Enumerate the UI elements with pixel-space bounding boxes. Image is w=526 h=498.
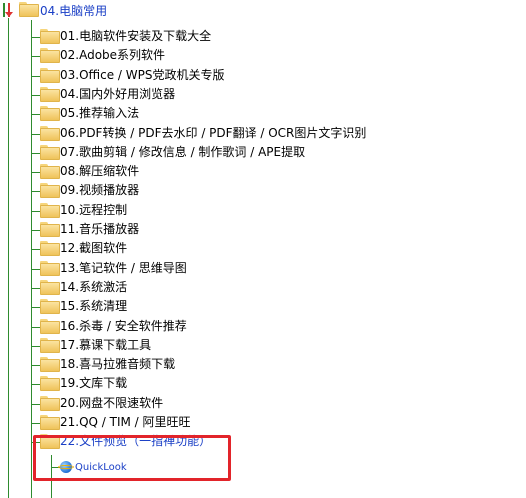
folder-icon bbox=[40, 261, 60, 276]
tree-item-label[interactable]: 15.系统清理 bbox=[60, 298, 127, 314]
folder-tree: 04.电脑常用 01.电脑软件安装及下载大全 02.Adobe系列软件 03.Off… bbox=[0, 0, 526, 498]
folder-icon bbox=[40, 126, 60, 141]
folder-icon bbox=[40, 280, 60, 295]
folder-icon bbox=[40, 222, 60, 237]
folder-icon bbox=[40, 106, 60, 121]
folder-icon bbox=[40, 396, 60, 411]
folder-icon bbox=[40, 241, 60, 256]
folder-icon bbox=[40, 48, 60, 63]
folder-icon bbox=[40, 164, 60, 179]
tree-item-label[interactable]: 11.音乐播放器 bbox=[60, 221, 139, 237]
tree-item-label[interactable]: 02.Adobe系列软件 bbox=[60, 47, 165, 63]
folder-icon bbox=[19, 2, 39, 17]
tree-item-label[interactable]: 07.歌曲剪辑 / 修改信息 / 制作歌词 / APE提取 bbox=[60, 144, 305, 160]
folder-icon bbox=[40, 415, 60, 430]
folder-icon bbox=[40, 145, 60, 160]
tree-item-label[interactable]: 09.视频播放器 bbox=[60, 182, 139, 198]
tree-item-label[interactable]: 17.慕课下载工具 bbox=[60, 337, 151, 353]
tree-item-label[interactable]: 14.系统激活 bbox=[60, 279, 127, 295]
tree-item-label[interactable]: 12.截图软件 bbox=[60, 240, 127, 256]
tree-item-label[interactable]: 06.PDF转换 / PDF去水印 / PDF翻译 / OCR图片文字识别 bbox=[60, 125, 366, 141]
tree-item-label[interactable]: 05.推荐输入法 bbox=[60, 105, 139, 121]
expand-toggle-icon[interactable] bbox=[3, 3, 15, 19]
folder-icon bbox=[40, 319, 60, 334]
tree-item-label[interactable]: 20.网盘不限速软件 bbox=[60, 395, 163, 411]
tree-item-label[interactable]: 01.电脑软件安装及下载大全 bbox=[60, 28, 211, 44]
folder-icon bbox=[40, 357, 60, 372]
folder-icon bbox=[40, 376, 60, 391]
tree-item-label[interactable]: 21.QQ / TIM / 阿里旺旺 bbox=[60, 414, 191, 430]
highlight-box bbox=[33, 435, 231, 481]
folder-icon bbox=[40, 68, 60, 83]
tree-item-label[interactable]: 08.解压缩软件 bbox=[60, 163, 139, 179]
folder-icon bbox=[40, 338, 60, 353]
folder-icon bbox=[40, 299, 60, 314]
folder-icon bbox=[40, 29, 60, 44]
tree-item-label[interactable]: 18.喜马拉雅音频下载 bbox=[60, 356, 175, 372]
tree-item-label[interactable]: 16.杀毒 / 安全软件推荐 bbox=[60, 318, 187, 334]
folder-icon bbox=[40, 87, 60, 102]
tree-item-label[interactable]: 10.远程控制 bbox=[60, 202, 127, 218]
tree-line-root bbox=[8, 18, 9, 498]
tree-item-label[interactable]: 04.国内外好用浏览器 bbox=[60, 86, 175, 102]
tree-item-label[interactable]: 03.Office / WPS党政机关专版 bbox=[60, 67, 225, 83]
tree-root-label[interactable]: 04.电脑常用 bbox=[40, 3, 107, 19]
tree-item-label[interactable]: 13.笔记软件 / 思维导图 bbox=[60, 260, 187, 276]
folder-icon bbox=[40, 183, 60, 198]
tree-item-label[interactable]: 19.文库下载 bbox=[60, 375, 127, 391]
tree-line-level1 bbox=[31, 20, 32, 498]
folder-icon bbox=[40, 203, 60, 218]
